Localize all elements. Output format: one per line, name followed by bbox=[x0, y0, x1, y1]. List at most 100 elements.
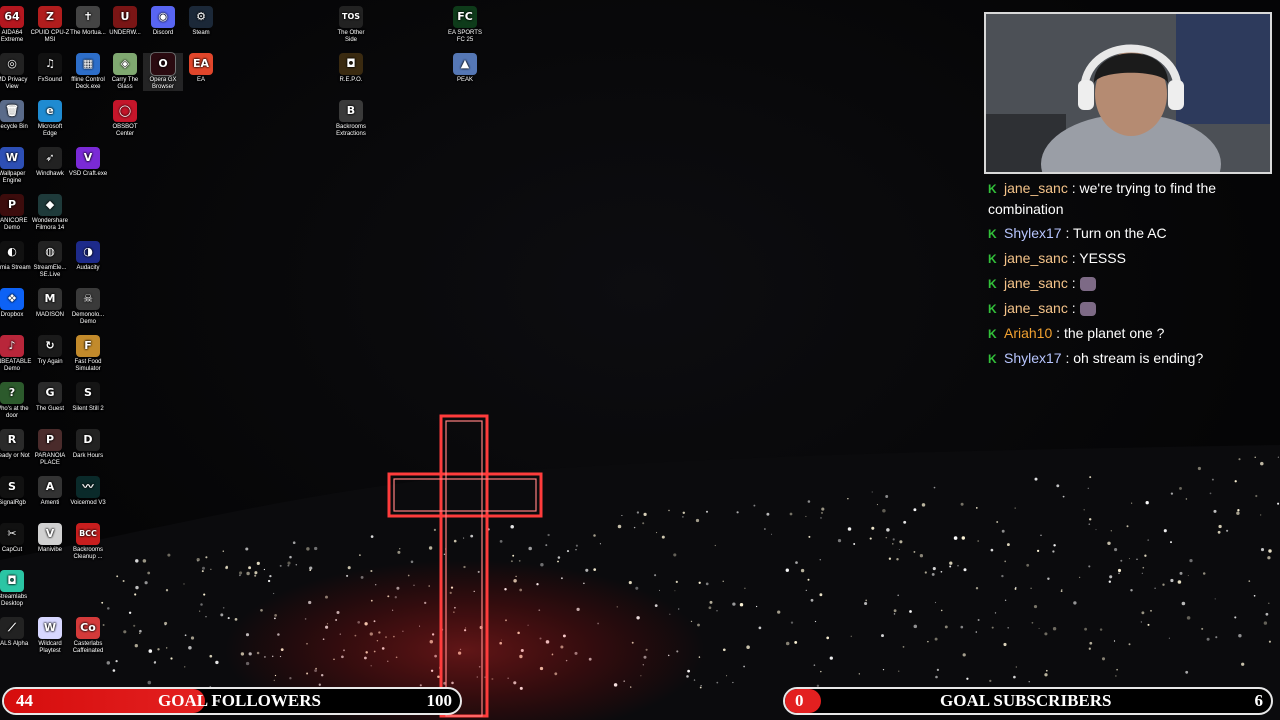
desktop-icon-panicore[interactable]: P PANICORE Demo bbox=[0, 194, 32, 232]
kick-badge-icon: K bbox=[988, 302, 997, 316]
kick-badge-icon: K bbox=[988, 182, 997, 196]
desktop-icon-try-again[interactable]: ↻ Try Again bbox=[30, 335, 70, 366]
desktop-icon-ea-fc[interactable]: FC EA SPORTS FC 25 bbox=[445, 6, 485, 44]
desktop-icon-wallpaper-engine[interactable]: W Wallpaper Engine bbox=[0, 147, 32, 185]
stream-chat-overlay: Kjane_sanc : we're trying to find the co… bbox=[988, 178, 1272, 373]
desktop-icon-edge[interactable]: e Microsoft Edge bbox=[30, 100, 70, 138]
desktop-icon-dark-hours[interactable]: D Dark Hours bbox=[68, 429, 108, 460]
desktop-icon-cpuz[interactable]: Z CPUID CPU-Z MSI bbox=[30, 6, 70, 44]
streamer-webcam-feed bbox=[986, 14, 1270, 172]
desktop-icon-filmora[interactable]: ◆ Wondershare Filmora 14 bbox=[30, 194, 70, 232]
desktop-icon-vsd-craft[interactable]: V VSD Craft.exe bbox=[68, 147, 108, 178]
control-deck-icon: ▦ bbox=[76, 53, 100, 75]
steam-icon: ⚙ bbox=[189, 6, 213, 28]
chat-username[interactable]: jane_sanc bbox=[1004, 275, 1068, 291]
desktop-icon-privacy[interactable]: ◎ MD Privacy View bbox=[0, 53, 32, 91]
desktop-icon-backrooms-cleanup[interactable]: BCC Backrooms Cleanup ... bbox=[68, 523, 108, 561]
desktop-icon-label: Microsoft Edge bbox=[37, 124, 63, 137]
webcam-overlay bbox=[984, 12, 1272, 174]
audacity-icon: ◑ bbox=[76, 241, 100, 263]
desktop-icon-label: DALS Alpha bbox=[0, 641, 29, 647]
desktop-icon-label: Voicemod V3 bbox=[70, 500, 106, 506]
goal-subscribers-target: 6 bbox=[1254, 691, 1264, 710]
desktop-icon-control-deck[interactable]: ▦ ffline Control Deck.exe bbox=[68, 53, 108, 91]
desktop-icon-fast-food[interactable]: F Fast Food Simulator bbox=[68, 335, 108, 373]
desktop-icon-dals-alpha[interactable]: ⟋ DALS Alpha bbox=[0, 617, 32, 648]
desktop-icon-label: MADISON bbox=[35, 312, 64, 318]
desktop-icon-backrooms-extractions[interactable]: B Backrooms Extractions bbox=[331, 100, 371, 138]
chat-text: YESSS bbox=[1079, 250, 1126, 266]
vsd-craft-icon: V bbox=[76, 147, 100, 169]
chat-username[interactable]: jane_sanc bbox=[1004, 300, 1068, 316]
capcut-icon: ✂ bbox=[0, 523, 24, 545]
desktop-icon-streamlabs[interactable]: ◘ Streamlabs Desktop bbox=[0, 570, 32, 608]
desktop-icon-ready-or-not[interactable]: R Ready or Not bbox=[0, 429, 32, 460]
peak-icon: ▲ bbox=[453, 53, 477, 75]
goal-followers-current: 44 bbox=[16, 691, 33, 710]
desktop-icon-label: AIDA64 Extreme bbox=[0, 30, 24, 43]
desktop-icon-peak[interactable]: ▲ PEAK bbox=[445, 53, 485, 84]
chat-username[interactable]: Shylex17 bbox=[1004, 225, 1062, 241]
kick-badge-icon: K bbox=[988, 352, 997, 366]
goal-followers-bar: 44 GOAL FOLLOWERS 100 bbox=[2, 687, 462, 715]
goal-subscribers-label: GOAL SUBSCRIBERS bbox=[940, 691, 1112, 710]
desktop-icon-casterlabs[interactable]: Co Casterlabs Caffeinated bbox=[68, 617, 108, 655]
desktop-icon-label: The Mortua... bbox=[70, 30, 106, 36]
desktop-icon-demonologist[interactable]: ☠ Demonolo... Demo bbox=[68, 288, 108, 326]
desktop-icon-unbeatable[interactable]: ♪ UNBEATABLE Demo bbox=[0, 335, 32, 373]
desktop-icon-dropbox[interactable]: ❖ Dropbox bbox=[0, 288, 32, 319]
chat-username[interactable]: jane_sanc bbox=[1004, 180, 1068, 196]
chat-separator: : bbox=[1067, 250, 1080, 266]
desktop-icon-underw[interactable]: U UNDERW... bbox=[105, 6, 145, 37]
desktop-icon-windhawk[interactable]: ➶ Windhawk bbox=[30, 147, 70, 178]
desktop-icon-steam[interactable]: ⚙ Steam bbox=[181, 6, 221, 37]
kick-badge-icon: K bbox=[988, 252, 997, 266]
chat-separator: : bbox=[1061, 350, 1074, 366]
windhawk-icon: ➶ bbox=[38, 147, 62, 169]
desktop-icon-whos-at-door[interactable]: ? Who's at the door bbox=[0, 382, 32, 420]
desktop-icon-manivibe[interactable]: V Manivibe bbox=[30, 523, 70, 554]
desktop-icon-label: Opera GX Browser bbox=[149, 77, 177, 90]
dark-hours-icon: D bbox=[76, 429, 100, 451]
desktop-icon-other-side[interactable]: TOS The Other Side bbox=[331, 6, 371, 44]
desktop-icon-label: PANICORE Demo bbox=[0, 218, 28, 231]
desktop-icon-paranoia[interactable]: P PARANOIA PLACE bbox=[30, 429, 70, 467]
desktop-icon-ea[interactable]: EA EA bbox=[181, 53, 221, 84]
desktop-icon-audacity[interactable]: ◑ Audacity bbox=[68, 241, 108, 272]
desktop-icon-carry-glass[interactable]: ◈ Carry The Glass bbox=[105, 53, 145, 91]
desktop-icon-capcut[interactable]: ✂ CapCut bbox=[0, 523, 32, 554]
repo-icon: ◘ bbox=[339, 53, 363, 75]
desktop-icon-wildcard[interactable]: W Wildcard Playtest bbox=[30, 617, 70, 655]
goal-followers-label: GOAL FOLLOWERS bbox=[158, 691, 321, 710]
desktop-icon-discord[interactable]: ◉ Discord bbox=[143, 6, 183, 37]
ea-icon: EA bbox=[189, 53, 213, 75]
desktop-icon-repo[interactable]: ◘ R.E.P.O. bbox=[331, 53, 371, 84]
desktop-icon-label: Lumia Stream bbox=[0, 265, 31, 271]
desktop-icon-voicemod[interactable]: 〰 Voicemod V3 bbox=[68, 476, 108, 507]
unbeatable-icon: ♪ bbox=[0, 335, 24, 357]
chat-username[interactable]: Shylex17 bbox=[1004, 350, 1062, 366]
desktop-icon-silent-still[interactable]: S Silent Still 2 bbox=[68, 382, 108, 413]
desktop-icon-recycle-bin[interactable]: 🗑 Recycle Bin bbox=[0, 100, 32, 131]
desktop-icon-aida64[interactable]: 64 AIDA64 Extreme bbox=[0, 6, 32, 44]
desktop-icon-amenti[interactable]: A Amenti bbox=[30, 476, 70, 507]
desktop-icon-fxsound[interactable]: ♫ FxSound bbox=[30, 53, 70, 84]
desktop-icon-label: OBSBOT Center bbox=[112, 124, 138, 137]
desktop-icon-the-guest[interactable]: G The Guest bbox=[30, 382, 70, 413]
desktop-icon-label: Windhawk bbox=[36, 171, 64, 177]
cpuz-icon: Z bbox=[38, 6, 62, 28]
desktop-icon-label: ffline Control Deck.exe bbox=[71, 77, 105, 90]
desktop-icon-streamelements[interactable]: ◍ StreamEle... SE.Live bbox=[30, 241, 70, 279]
goal-subscribers-current: 0 bbox=[795, 691, 804, 710]
desktop-icon-obsbot[interactable]: ◯ OBSBOT Center bbox=[105, 100, 145, 138]
kick-badge-icon: K bbox=[988, 227, 997, 241]
chat-username[interactable]: Ariah10 bbox=[1004, 325, 1052, 341]
desktop-icon-lumia[interactable]: ◐ Lumia Stream bbox=[0, 241, 32, 272]
underw-icon: U bbox=[113, 6, 137, 28]
chat-username[interactable]: jane_sanc bbox=[1004, 250, 1068, 266]
desktop-icon-signalrgb[interactable]: S SignalRgb bbox=[0, 476, 32, 507]
desktop-icon-madison[interactable]: M MADISON bbox=[30, 288, 70, 319]
dals-alpha-icon: ⟋ bbox=[0, 617, 24, 639]
desktop-icon-mortuary[interactable]: ✝ The Mortua... bbox=[68, 6, 108, 37]
desktop-icon-opera-gx[interactable]: O Opera GX Browser bbox=[143, 52, 183, 91]
